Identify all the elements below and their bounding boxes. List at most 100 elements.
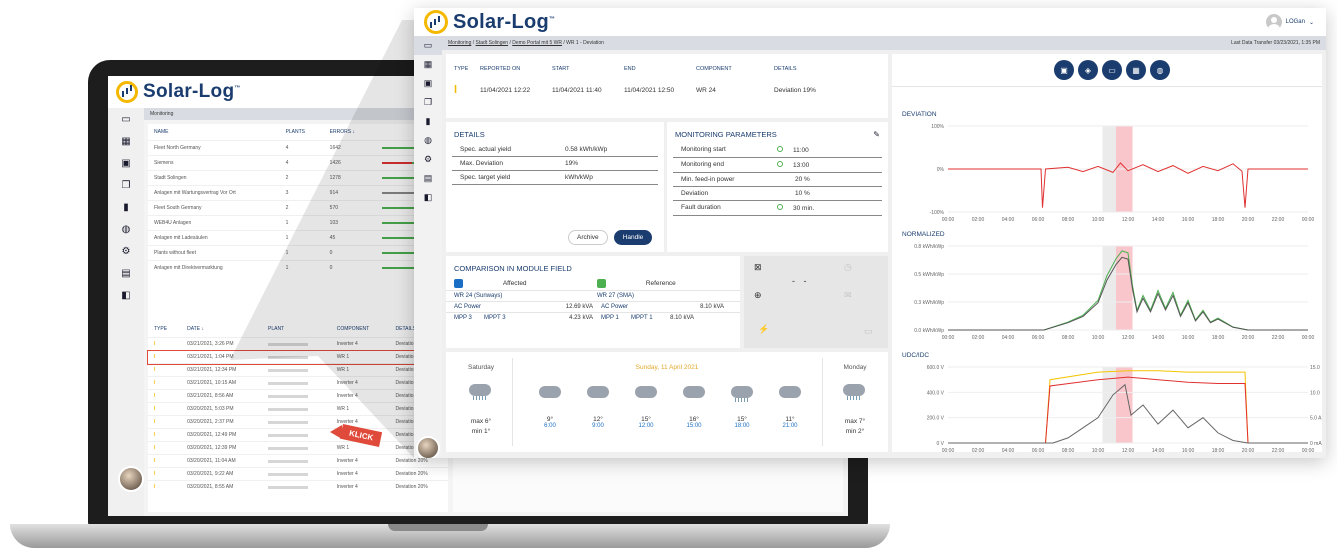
- x-tick-label: 00:00: [1302, 217, 1315, 223]
- table-row[interactable]: l 03/20/2021, 11:04 AM Inverter 4 Deviation…: [148, 454, 448, 468]
- col-component[interactable]: COMPONENT: [331, 321, 390, 338]
- col-plants[interactable]: PLANTS: [280, 124, 324, 141]
- table-row[interactable]: l 03/21/2021, 3:26 PM Inverter 4 Deviation …: [148, 337, 448, 351]
- handle-button[interactable]: Handle: [613, 230, 653, 245]
- table-row[interactable]: l 03/21/2021, 8:56 AM Inverter 4 Deviation …: [148, 389, 448, 403]
- user-menu[interactable]: LOGan ⌄: [1265, 14, 1314, 30]
- battery-icon[interactable]: ▮: [414, 112, 442, 131]
- app-logo[interactable]: Solar-Log™: [424, 10, 555, 34]
- table-row[interactable]: l 03/21/2021, 1:04 PM WR 1 Deviation 25%: [147, 349, 449, 365]
- battery-icon[interactable]: ▮: [108, 196, 144, 218]
- x-tick-label: 14:00: [1152, 217, 1165, 223]
- table-row[interactable]: Anlagen mit Wartungsvertrag Vor Ort 3 914: [148, 185, 448, 201]
- pv-icon[interactable]: ▦: [414, 55, 442, 74]
- display-icon[interactable]: ▭: [108, 108, 144, 130]
- event-date: 03/20/2021, 12:39 PM: [181, 441, 262, 455]
- plant-count: 1: [279, 260, 324, 275]
- y-tick-label: 200.0 V: [927, 416, 945, 422]
- plant-name: Plants without fleet: [148, 245, 280, 261]
- y-tick-label: 400.0 V: [927, 390, 945, 396]
- gear-icon[interactable]: ⚙: [414, 150, 442, 169]
- table-row[interactable]: l 03/21/2021, 10:15 AM Inverter 4 Deviation…: [148, 376, 448, 390]
- table-row[interactable]: l 03/20/2021, 2:37 PM Inverter 4 Deviation …: [148, 415, 448, 429]
- table-row[interactable]: Stadt Solingen 2 1278: [148, 170, 448, 186]
- copy-icon[interactable]: ❐: [108, 174, 144, 196]
- table-row[interactable]: Fleet North Germany 4 1642: [148, 140, 448, 156]
- plant-count: 2: [279, 170, 324, 186]
- col-plant[interactable]: PLANT: [262, 321, 331, 338]
- display-icon[interactable]: ▭: [414, 36, 442, 55]
- x-tick-label: 04:00: [1002, 335, 1015, 341]
- breadcrumb-monitoring[interactable]: Monitoring: [448, 40, 471, 46]
- plant-errors: 1278: [323, 170, 376, 186]
- table-row[interactable]: Anlagen mit Ladesäulen 1 45: [148, 230, 448, 246]
- col-errors[interactable]: ERRORS ↓: [324, 124, 376, 141]
- laptop-plant-table: NAME PLANTS ERRORS ↓ Fleet North Germany…: [148, 124, 448, 275]
- user-name: LOGan: [1285, 19, 1305, 25]
- solar-log-logo-icon: [424, 10, 448, 34]
- x-tick-label: 12:00: [1122, 335, 1135, 341]
- table-row[interactable]: Plants without fleet 1 0: [148, 245, 448, 261]
- x-tick-label: 02:00: [972, 448, 985, 452]
- y2-tick-label: 0 mA: [1310, 441, 1322, 447]
- affected-device-icon: [454, 279, 463, 288]
- table-row[interactable]: l 03/20/2021, 5:03 PM WR 1 Deviation 25%: [148, 402, 448, 416]
- event-plant: [262, 389, 331, 403]
- warning-bar-icon: l: [148, 376, 182, 390]
- grid-icon[interactable]: ▤: [108, 262, 144, 284]
- col-date[interactable]: DATE ↓: [181, 321, 262, 338]
- book-icon[interactable]: ◧: [108, 284, 144, 306]
- avatar[interactable]: [118, 466, 144, 492]
- id-card-icon[interactable]: ▣: [414, 74, 442, 93]
- gear-icon[interactable]: ⚙: [108, 240, 144, 262]
- table-row[interactable]: Siemens 4 1426: [148, 155, 448, 171]
- x-tick-label: 16:00: [1182, 217, 1195, 223]
- col-name[interactable]: NAME: [148, 124, 280, 141]
- event-date: 03/20/2021, 2:37 PM: [181, 415, 262, 429]
- meter-icon[interactable]: ◍: [414, 131, 442, 150]
- x-tick-label: 12:00: [1122, 448, 1135, 452]
- x-tick-label: 08:00: [1062, 448, 1075, 452]
- y-tick-label: 0 V: [936, 441, 944, 447]
- table-row[interactable]: l03/20/2021, 12:49 PMInverter 4Deviation…: [148, 428, 448, 442]
- event-component: Inverter 4: [330, 337, 390, 351]
- table-row[interactable]: Anlagen mit Direktvermarktung 1 0: [148, 260, 448, 275]
- copy-icon[interactable]: ❐: [414, 93, 442, 112]
- meter-icon[interactable]: ◍: [108, 218, 144, 240]
- reference-device[interactable]: WR 27 (SMA): [597, 293, 732, 299]
- event-date: 03/21/2021, 3:26 PM: [181, 337, 262, 351]
- table-row[interactable]: l 03/20/2021, 12:39 PM WR 1 Deviation 25%: [148, 441, 448, 455]
- y2-tick-label: 15.0: [1310, 365, 1320, 371]
- table-row[interactable]: l 03/20/2021, 8:55 AM Inverter 4 Deviation …: [148, 480, 448, 493]
- id-card-icon[interactable]: ▣: [108, 152, 144, 174]
- x-tick-label: 00:00: [1302, 448, 1315, 452]
- event-details: Deviation 20%: [389, 467, 448, 481]
- archive-button[interactable]: Archive: [568, 230, 608, 245]
- event-plant: [262, 454, 331, 468]
- pv-icon[interactable]: ▦: [108, 130, 144, 152]
- breadcrumb-demo-portal[interactable]: Demo Portal mit 5 WR: [512, 40, 562, 46]
- col-type[interactable]: TYPE: [148, 321, 181, 338]
- battery-icon: ▭: [864, 326, 873, 336]
- book-icon[interactable]: ◧: [414, 188, 442, 207]
- table-row[interactable]: l 03/21/2021, 12:34 PM WR 1 Deviation 25%: [148, 363, 448, 377]
- table-row[interactable]: Fleet South Germany 2 570: [148, 200, 448, 216]
- table-row[interactable]: l 03/20/2021, 9:22 AM Inverter 4 Deviation …: [148, 467, 448, 481]
- grid-icon[interactable]: ▤: [414, 169, 442, 188]
- brand-name: Solar-Log: [143, 81, 235, 102]
- plant-name: Anlagen mit Wartungsvertrag Vor Ort: [148, 185, 280, 201]
- pencil-icon[interactable]: ✎: [873, 130, 880, 139]
- x-tick-label: 06:00: [1032, 335, 1045, 341]
- affected-device[interactable]: WR 24 (Sunways): [454, 293, 589, 299]
- avatar[interactable]: [416, 436, 440, 458]
- breadcrumb-stadt-solingen[interactable]: Stadt Solingen: [476, 40, 509, 46]
- event-value-row[interactable]: l 11/04/2021 12:22 11/04/2021 11:40 11/0…: [446, 72, 888, 96]
- y-tick-label: -100%: [930, 210, 945, 216]
- event-plant: [262, 337, 331, 351]
- table-row[interactable]: WEB4U Anlagen 1 103: [148, 215, 448, 231]
- laptop-menu-label[interactable]: Monitoring: [150, 111, 173, 117]
- laptop-logo[interactable]: Solar-Log™: [116, 81, 241, 103]
- event-component: Inverter 4: [330, 454, 390, 468]
- plant-name: Fleet South Germany: [148, 200, 280, 216]
- warning-bar-icon: l: [148, 428, 182, 442]
